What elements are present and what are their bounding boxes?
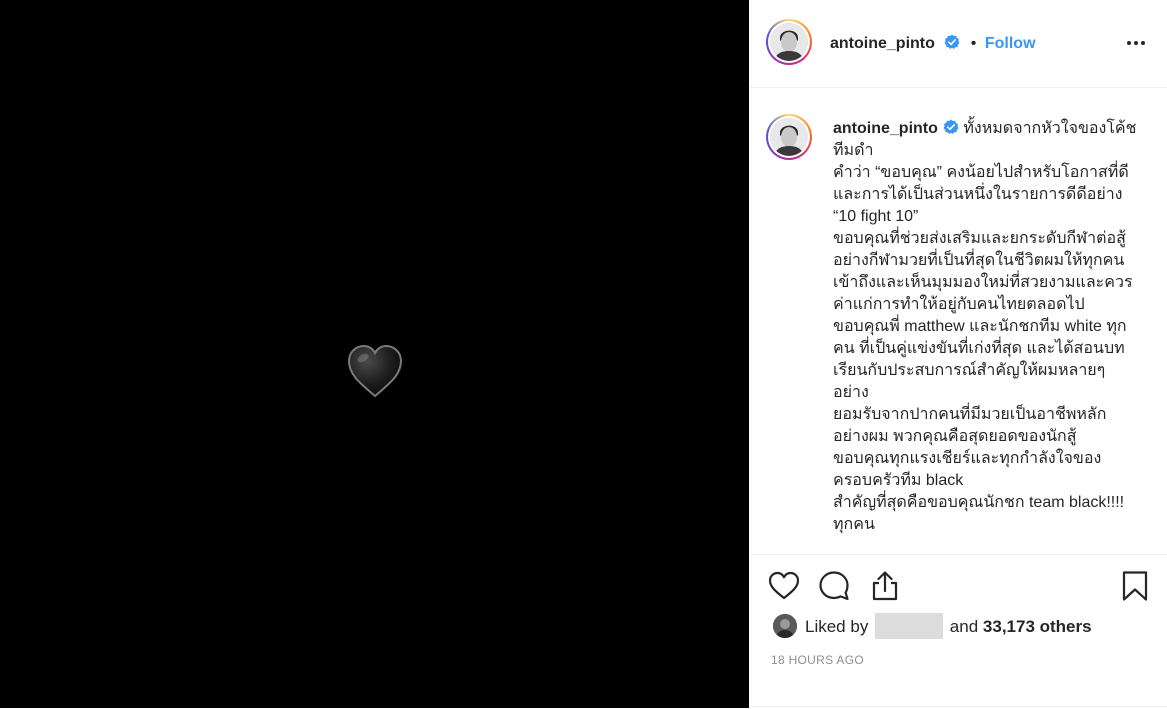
comment-icon[interactable]: [817, 569, 851, 603]
more-options-icon[interactable]: [1125, 36, 1147, 50]
save-bookmark-icon[interactable]: [1118, 569, 1152, 603]
caption-line: คำว่า “ขอบคุณ” คงน้อยไปสำหรับโอกาสที่ดี …: [833, 164, 1129, 225]
avatar-photo: [770, 23, 808, 61]
post-actions: Liked by and 33,173 others 18 HOURS AGO: [749, 554, 1167, 708]
likes-summary: Liked by and 33,173 others: [773, 613, 1092, 639]
caption-scroll-area[interactable]: antoine_pinto ทั้งหมดจากหัวใจของโค้ชทีมด…: [749, 89, 1167, 554]
likes-count-link[interactable]: 33,173 others: [983, 617, 1092, 636]
caption-username[interactable]: antoine_pinto: [833, 120, 938, 137]
caption-text: antoine_pinto ทั้งหมดจากหัวใจของโค้ชทีมด…: [833, 118, 1139, 536]
black-heart-emoji: [347, 344, 403, 398]
liker-photo: [773, 614, 797, 638]
avatar-photo: [770, 118, 808, 156]
separator-dot: •: [970, 35, 977, 52]
post-header: antoine_pinto • Follow: [749, 0, 1167, 88]
post-timestamp[interactable]: 18 HOURS AGO: [771, 653, 864, 667]
liker-avatar[interactable]: [773, 614, 797, 638]
caption-line: ขอบคุณพี่ matthew และนักชกทีม white ทุกค…: [833, 318, 1127, 401]
follow-button[interactable]: Follow: [985, 35, 1036, 52]
caption-line: ขอบคุณที่ช่วยส่งเสริมและยกระดับกีฬาต่อสู…: [833, 230, 1133, 313]
caption-author-avatar[interactable]: [766, 114, 812, 160]
verified-badge-icon: [944, 34, 960, 49]
likes-connector: and: [949, 617, 979, 636]
author-username[interactable]: antoine_pinto: [830, 35, 935, 52]
post-details-panel: antoine_pinto • Follow antoine_pinto ทั้…: [749, 0, 1167, 708]
caption-line: antoine_pinto ทั้งหมดจากหัวใจของโค้ชทีมด…: [833, 118, 1139, 162]
header-name-row: antoine_pinto • Follow: [830, 34, 1036, 53]
liked-by-label: Liked by: [805, 617, 869, 636]
share-icon[interactable]: [868, 569, 902, 603]
author-avatar[interactable]: [766, 19, 812, 65]
caption-line: สำคัญที่สุดคือขอบคุณนักชก team black!!!!…: [833, 494, 1125, 533]
verified-badge-icon: [943, 119, 959, 134]
redacted-liker-name[interactable]: [875, 613, 944, 639]
caption-line: ขอบคุณทุกแรงเชียร์และทุกกำลังใจของครอบคร…: [833, 450, 1102, 489]
post-media[interactable]: [0, 0, 749, 708]
caption-line: ยอมรับจากปากคนที่มีมวยเป็นอาชีพหลักอย่าง…: [833, 406, 1107, 445]
like-heart-icon[interactable]: [767, 569, 801, 603]
